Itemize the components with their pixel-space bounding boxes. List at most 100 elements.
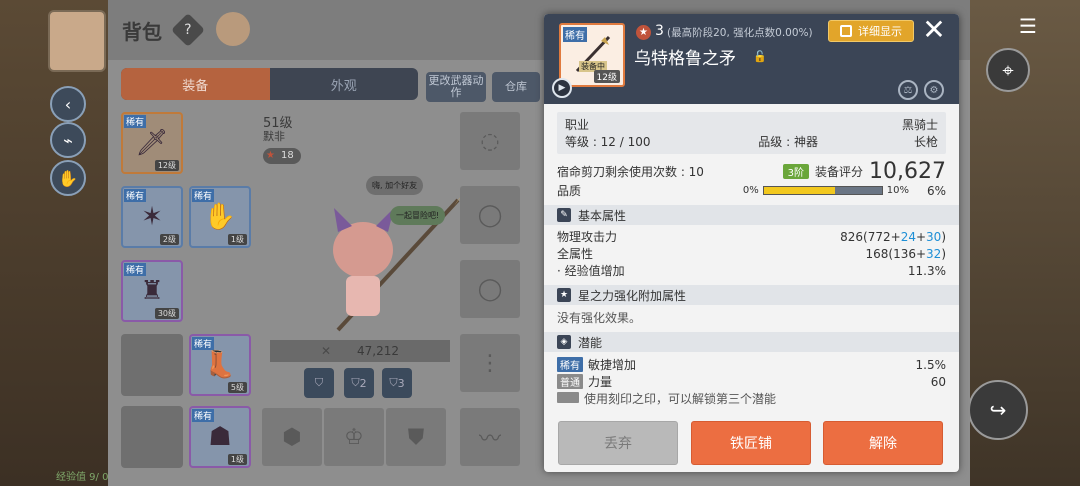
scissors-count: 宿命剪刀剩余使用次数 : 10 (557, 164, 704, 179)
player-avatar[interactable] (48, 10, 106, 72)
stat-base: 168(136+ (865, 246, 927, 261)
earring-slot[interactable]: ⋮ (460, 334, 520, 392)
map-pin-icon[interactable]: ⌖ (986, 48, 1030, 92)
weapon-type: 长枪 (913, 135, 938, 149)
quality-bar-fill (763, 187, 835, 194)
section-star-force: ★ 星之力强化附加属性 (544, 285, 959, 305)
badge-slot[interactable]: ⛊ (386, 408, 446, 466)
inventory-slot[interactable]: 稀有 ✶ 2级 (121, 186, 183, 248)
storage-button[interactable]: 仓库 (492, 72, 540, 102)
medal-slot[interactable]: ♔ (324, 408, 384, 466)
section-potential: ◈ 潜能 (544, 332, 959, 352)
stat-value: 168(136+32) (865, 247, 946, 261)
item-level: 1级 (227, 454, 247, 465)
section-title: 基本属性 (578, 208, 627, 223)
tooltip-body[interactable]: 职业 黑骑士 等级 : 12 / 100 品级 : 神器 长枪 宿命剪刀剩余使用次… (544, 104, 959, 414)
stat-base: 826(772+ (840, 229, 901, 244)
scroll-icon[interactable]: ⌁ (50, 122, 86, 158)
item-level: 12级 (154, 160, 179, 171)
character-sprite (333, 188, 468, 332)
quality-min: 0% (742, 185, 759, 196)
character-face-icon[interactable] (216, 12, 250, 46)
tab-appearance[interactable]: 外观 (270, 68, 419, 100)
play-icon[interactable]: ▶ (552, 78, 572, 98)
item-icon: 稀有 装备中 12级 (559, 23, 625, 87)
unequip-button[interactable]: 解除 (823, 421, 943, 465)
score-label: 装备评分 (815, 164, 864, 179)
no-enhance-text: 没有强化效果。 (557, 311, 642, 325)
rarity-tag: 稀有 (124, 263, 147, 276)
jump-arrow-icon[interactable]: ↪ (968, 380, 1028, 440)
tier-badge: 3阶 (782, 163, 809, 179)
star-force-badge: 18 (263, 148, 301, 164)
inventory-slot[interactable]: 稀有 🗡 12级 (121, 112, 183, 174)
inventory-slot[interactable]: 稀有 👢 5级 (189, 334, 251, 396)
rarity-tag: 稀有 (557, 357, 583, 372)
scale-icon[interactable]: ⚖ (898, 80, 918, 100)
inventory-slot[interactable]: 稀有 ✋ 1级 (189, 186, 251, 248)
stat-value: 11.3% (907, 263, 946, 278)
speech-bubble: 一起冒险吧! (390, 206, 446, 225)
help-icon-glyph: ? (184, 22, 192, 38)
preset-number: 3 (397, 376, 405, 390)
action-buttons: 丢弃 铁匠铺 解除 (544, 421, 959, 465)
ring-slot[interactable]: ◯ (460, 260, 520, 318)
chevron-left-icon[interactable]: ‹ (50, 86, 86, 122)
potential-label: 使用刻印之印，可以解锁第三个潜能 (584, 392, 777, 406)
settings-icon[interactable]: ⚙ (924, 80, 944, 100)
star-force-note: (最高阶段20, 强化点数0.00%) (667, 27, 813, 39)
change-weapon-motion-button[interactable]: 更改武器动作 (426, 72, 486, 102)
combat-power-value: 47,212 (357, 344, 400, 358)
ring-slot[interactable]: ◯ (460, 186, 520, 244)
item-info-box: 职业 黑骑士 等级 : 12 / 100 品级 : 神器 长枪 (557, 112, 946, 154)
empty-slot[interactable] (121, 334, 183, 396)
discard-button[interactable]: 丢弃 (558, 421, 678, 465)
necklace-slot[interactable]: ◌ (460, 112, 520, 170)
glove-icon: ✋ (203, 202, 237, 232)
stat-label: 物理攻击力 (557, 230, 618, 244)
close-icon[interactable]: ✕ (920, 16, 948, 45)
stat-bonus: 30 (926, 229, 942, 244)
potential-icon: ◈ (557, 335, 571, 349)
inventory-title: 背包 (122, 20, 162, 44)
job-value: 黑骑士 (901, 118, 938, 132)
preset-2-button[interactable]: ⛉ 2 (344, 368, 374, 398)
tooltip-header: 稀有 装备中 12级 ▶ ★ 3 (最高阶段20, 强化点数0.00%) 乌特格… (544, 14, 959, 104)
section-basic-stats: ✎ 基本属性 (544, 205, 959, 225)
inventory-slot[interactable]: 稀有 ☗ 1级 (189, 406, 251, 468)
inventory-tabs: 装备 外观 (121, 68, 418, 100)
rarity-tag: 稀有 (124, 189, 147, 202)
mustache-slot[interactable]: 〰 (460, 408, 520, 466)
exp-bar-label: 经验值 9/ 0 (56, 472, 109, 483)
item-level: 5级 (227, 382, 247, 393)
preset-3-button[interactable]: ⛉ 3 (382, 368, 412, 398)
preset-1-button[interactable]: ⛉ (304, 368, 334, 398)
tab-equipment[interactable]: 装备 (121, 68, 270, 100)
belt-slot-icon[interactable] (122, 408, 182, 466)
star-icon: ★ (557, 288, 571, 302)
rarity-tag: 普通 (557, 374, 583, 389)
character-name: 默非 (263, 130, 285, 143)
item-name: 乌特格鲁之矛 (634, 49, 736, 69)
pants-icon: ☗ (208, 422, 232, 452)
pen-icon: ✎ (557, 208, 571, 222)
quality-max: 10% (886, 185, 909, 196)
blacksmith-button[interactable]: 铁匠铺 (691, 421, 811, 465)
magnifier-icon (840, 25, 852, 37)
menu-icon[interactable]: ☰ (1006, 4, 1050, 48)
rarity-tag: 稀有 (124, 115, 147, 128)
item-level: 12级 (593, 70, 620, 83)
stat-bonus: 32 (926, 246, 942, 261)
handshake-icon[interactable]: ✋ (50, 160, 86, 196)
potential-value: 60 (930, 374, 946, 389)
section-title: 星之力强化附加属性 (578, 288, 687, 303)
potential-lock-tag (557, 392, 579, 403)
detail-view-button[interactable]: 详细显示 (828, 20, 914, 42)
quality-value: 6% (926, 183, 946, 198)
item-level: 30级 (154, 308, 179, 319)
shoulder-icon: ✶ (141, 202, 163, 232)
score-value: 10,627 (869, 158, 946, 184)
emblem-slot[interactable]: ⬢ (262, 408, 322, 466)
inventory-slot[interactable]: 稀有 ♜ 30级 (121, 260, 183, 322)
boots-icon: 👢 (203, 350, 237, 380)
